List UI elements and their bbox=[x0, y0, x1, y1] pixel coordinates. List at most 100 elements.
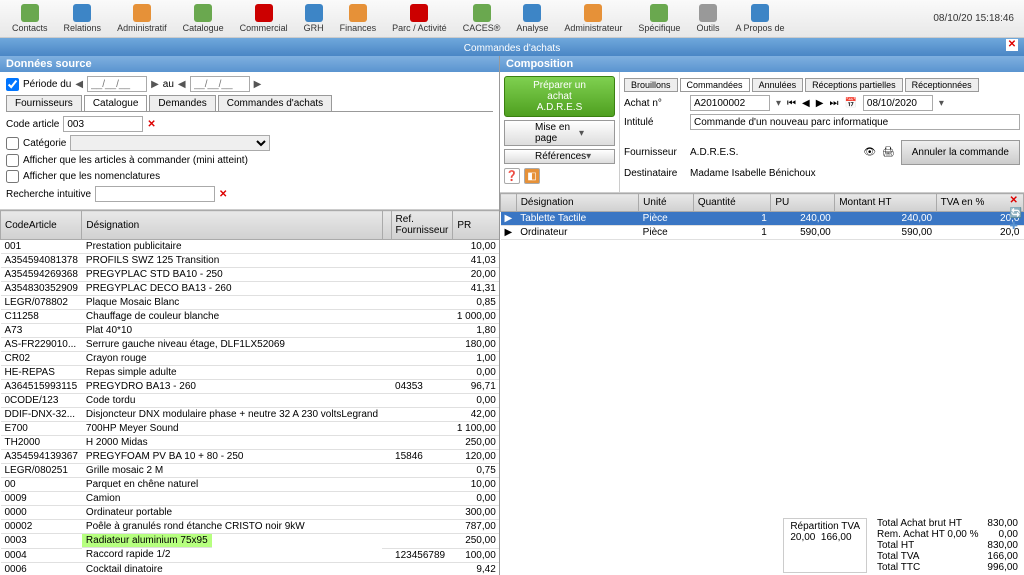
achat-date-input[interactable] bbox=[863, 95, 933, 111]
cancel-order-button[interactable]: Annuler la commande bbox=[901, 140, 1020, 165]
toolbar-administrateur[interactable]: Administrateur bbox=[556, 2, 630, 35]
tab-fournisseurs[interactable]: Fournisseurs bbox=[6, 95, 82, 111]
tab-commandes d'achats[interactable]: Commandes d'achats bbox=[218, 95, 332, 111]
table-row[interactable]: 0003Radiateur aluminium 75x95250,00ANGEL… bbox=[1, 534, 500, 549]
tab-demandes[interactable]: Demandes bbox=[149, 95, 215, 111]
toolbar-aproposde[interactable]: A Propos de bbox=[727, 2, 792, 35]
clear-code-icon[interactable]: ✕ bbox=[147, 119, 155, 130]
eye-icon[interactable]: 👁 bbox=[863, 147, 876, 158]
toolbar-caces[interactable]: CACES® bbox=[455, 2, 509, 35]
table-row[interactable]: A354594081378PROFILS SWZ 125 Transition4… bbox=[1, 254, 500, 268]
nav-next-icon[interactable]: ▶ bbox=[816, 98, 824, 109]
compo-tab-annulées[interactable]: Annulées bbox=[752, 78, 804, 92]
table-row[interactable]: 00Parquet en chêne naturel10,00ARDOR bbox=[1, 478, 500, 492]
compo-tab-brouillons[interactable]: Brouillons bbox=[624, 78, 678, 92]
table-row[interactable]: 001Prestation publicitaire10,00SCHINDLER bbox=[1, 240, 500, 254]
table-row[interactable]: TH2000H 2000 Midas250,00AYG.CONCEPT bbox=[1, 436, 500, 450]
date-prev-icon-2[interactable]: ◀ bbox=[178, 79, 186, 90]
nav-prev-icon[interactable]: ◀ bbox=[802, 98, 810, 109]
date-from[interactable] bbox=[87, 76, 147, 92]
toolbar-catalogue[interactable]: Catalogue bbox=[175, 2, 232, 35]
toolbar-analyse[interactable]: Analyse bbox=[508, 2, 556, 35]
order-line-row[interactable]: ▶Tablette TactilePièce1240,00240,0020,0 bbox=[501, 212, 1024, 226]
toolbar-relations[interactable]: Relations bbox=[56, 2, 110, 35]
fournisseur-value: A.D.R.E.S. bbox=[690, 147, 857, 158]
table-row[interactable]: 0004Raccord rapide 1/2123456789100,00ANG… bbox=[1, 548, 500, 562]
tab-catalogue[interactable]: Catalogue bbox=[84, 95, 148, 111]
table-row[interactable]: A354594269368PREGYPLAC STD BA10 - 25020,… bbox=[1, 268, 500, 282]
date-prev-icon[interactable]: ◀ bbox=[75, 79, 83, 90]
table-row[interactable]: C11258Chauffage de couleur blanche1 000,… bbox=[1, 310, 500, 324]
table-row[interactable]: A354830352909PREGYPLAC DECO BA13 - 26041… bbox=[1, 282, 500, 296]
table-row[interactable]: CR02Crayon rouge1,00KILOUTOU bbox=[1, 352, 500, 366]
cube-icon[interactable]: ◧ bbox=[524, 168, 540, 184]
toolbar-grh[interactable]: GRH bbox=[296, 2, 332, 35]
date-to[interactable] bbox=[190, 76, 250, 92]
category-select[interactable] bbox=[70, 135, 270, 151]
add-row-icon[interactable]: ✚ bbox=[1010, 221, 1022, 232]
table-row[interactable]: 00002Poêle à granulés rond étanche CRIST… bbox=[1, 520, 500, 534]
search-label: Recherche intuitive bbox=[6, 189, 91, 200]
category-checkbox[interactable] bbox=[6, 137, 19, 150]
toolbar-commercial[interactable]: Commercial bbox=[232, 2, 296, 35]
delete-row-icon[interactable]: ✕ bbox=[1010, 195, 1022, 206]
toolbar-contacts[interactable]: Contacts bbox=[4, 2, 56, 35]
table-row[interactable]: HE-REPASRepas simple adulte0,00KILOUTOU bbox=[1, 366, 500, 380]
search-input[interactable] bbox=[95, 186, 215, 202]
date-next-icon-2[interactable]: ▶ bbox=[254, 79, 262, 90]
order-line-row[interactable]: ▶OrdinateurPièce1590,00590,0020,0 bbox=[501, 226, 1024, 240]
nomenclatures-checkbox[interactable] bbox=[6, 170, 19, 183]
toolbar-outils[interactable]: Outils bbox=[688, 2, 727, 35]
table-row[interactable]: E700700HP Meyer Sound1 100,00CH CAMBRAI bbox=[1, 422, 500, 436]
nav-first-icon[interactable]: ⏮ bbox=[787, 98, 796, 109]
toolbar-spcifique[interactable]: Spécifique bbox=[630, 2, 688, 35]
intitule-input[interactable] bbox=[690, 114, 1020, 130]
mini-atteint-label: Afficher que les articles à commander (m… bbox=[23, 155, 248, 166]
table-row[interactable]: A73Plat 40*101,80Marie de BOUVI... bbox=[1, 324, 500, 338]
code-article-label: Code article bbox=[6, 119, 59, 130]
clear-search-icon[interactable]: ✕ bbox=[219, 189, 227, 200]
total-row: Rem. Achat HT 0,00 %0,00 bbox=[877, 529, 1018, 540]
toolbar-administratif[interactable]: Administratif bbox=[109, 2, 175, 35]
table-row[interactable]: 0006Cocktail dinatoire9,42ANGEL MUSIC bbox=[1, 562, 500, 575]
compo-tab-réceptionspartielles[interactable]: Réceptions partielles bbox=[805, 78, 903, 92]
table-row[interactable]: 0CODE/123Code tordu0,00D&B CONSTRUC... bbox=[1, 394, 500, 408]
nav-last-icon[interactable]: ⏭ bbox=[829, 98, 838, 109]
refresh-icon[interactable]: 🔄 bbox=[1010, 208, 1022, 219]
references-button[interactable]: Références▾ bbox=[504, 149, 615, 164]
table-row[interactable]: LEGR/078802Plaque Mosaic Blanc0,85SANEF bbox=[1, 296, 500, 310]
table-row[interactable]: LEGR/080251Grille mosaic 2 M0,75ASERTEC bbox=[1, 464, 500, 478]
dropdown-icon[interactable]: ▾ bbox=[776, 98, 781, 109]
help-icon[interactable]: ❓ bbox=[504, 168, 520, 184]
table-row[interactable]: 0009Camion0,00APIC bbox=[1, 492, 500, 506]
mini-atteint-checkbox[interactable] bbox=[6, 154, 19, 167]
print-icon[interactable]: 🖨 bbox=[882, 147, 895, 158]
toolbar-finances[interactable]: Finances bbox=[332, 2, 385, 35]
achat-label: Achat n° bbox=[624, 98, 684, 109]
destinataire-label: Destinataire bbox=[624, 168, 684, 179]
destinataire-value: Madame Isabelle Bénichoux bbox=[690, 168, 816, 179]
main-toolbar: ContactsRelationsAdministratifCatalogueC… bbox=[0, 0, 1024, 38]
achat-number-input[interactable] bbox=[690, 95, 770, 111]
code-article-input[interactable] bbox=[63, 116, 143, 132]
toolbar-parcactivit[interactable]: Parc / Activité bbox=[384, 2, 455, 35]
total-row: Total TTC996,00 bbox=[877, 562, 1018, 573]
date-next-icon[interactable]: ▶ bbox=[151, 79, 159, 90]
calendar-icon[interactable]: 📅 bbox=[844, 98, 856, 109]
table-row[interactable]: 0000Ordinateur portable300,00ANGEL MUSIC bbox=[1, 506, 500, 520]
category-label: Catégorie bbox=[23, 138, 66, 149]
left-section-header: Données source bbox=[0, 56, 499, 72]
mise-en-page-button[interactable]: Mise en page▾ bbox=[504, 120, 615, 146]
compo-tab-commandées[interactable]: Commandées bbox=[680, 78, 750, 92]
table-row[interactable]: DDIF-DNX-32...Disjoncteur DNX modulaire … bbox=[1, 408, 500, 422]
prepare-achat-button[interactable]: Préparer un achat A.D.R.E.S bbox=[504, 76, 615, 117]
left-tabs: FournisseursCatalogueDemandesCommandes d… bbox=[6, 95, 493, 112]
table-row[interactable]: AS-FR229010...Serrure gauche niveau étag… bbox=[1, 338, 500, 352]
table-row[interactable]: A364515993115PREGYDRO BA13 - 2600435396,… bbox=[1, 380, 500, 394]
date-dropdown-icon[interactable]: ▾ bbox=[939, 98, 944, 109]
compo-tab-réceptionnées[interactable]: Réceptionnées bbox=[905, 78, 979, 92]
catalogue-grid[interactable]: CodeArticleDésignationRef. FournisseurPR… bbox=[0, 210, 499, 575]
table-row[interactable]: A354594139367PREGYFOAM PV BA 10 + 80 - 2… bbox=[1, 450, 500, 464]
periode-checkbox[interactable] bbox=[6, 78, 19, 91]
close-icon[interactable]: ✕ bbox=[1006, 39, 1018, 51]
